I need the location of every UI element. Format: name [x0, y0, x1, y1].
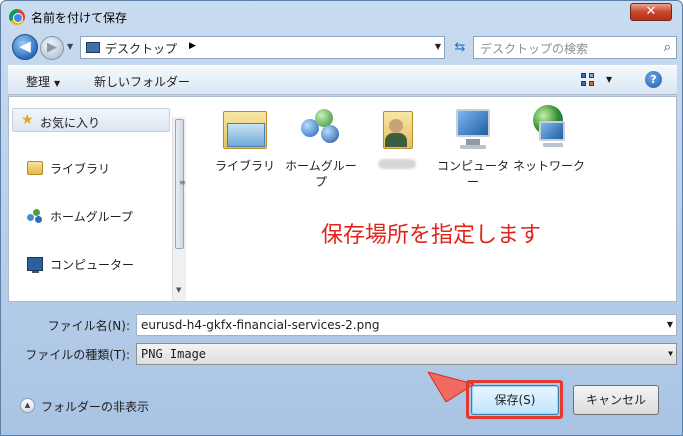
scroll-down-icon[interactable]: ▼ [176, 286, 181, 294]
content-area: ★ お気に入り ライブラリ ホームグループ コンピューター ≡ ▼ ライブラリ … [8, 96, 677, 302]
file-item-homegroup[interactable]: ホームグループ [284, 105, 358, 190]
file-item-label: ライブラリ [214, 159, 275, 173]
save-as-dialog: 名前を付けて保存 ✕ ◀ ▶ ▼ デスクトップ ▶ ▼ ⇆ デスクトップの検索 … [0, 0, 683, 436]
command-toolbar: 整理 ▼ 新しいフォルダー ▼ ? [8, 65, 677, 95]
computer-icon [27, 257, 43, 273]
window-title: 名前を付けて保存 [31, 11, 128, 25]
address-text: デスクトップ [105, 42, 178, 56]
file-list: ライブラリ ホームグループ コンピューター ネットワーク [199, 97, 677, 301]
filename-field[interactable]: eurusd-h4-gkfx-financial-services-2.png … [136, 314, 677, 336]
hide-folders-label: フォルダーの非表示 [41, 400, 150, 414]
filename-value: eurusd-h4-gkfx-financial-services-2.png [141, 318, 380, 332]
navigation-bar: ◀ ▶ ▼ デスクトップ ▶ ▼ ⇆ デスクトップの検索 ⌕ [8, 31, 677, 63]
filetype-label: ファイルの種類(T): [25, 348, 130, 362]
favorites-item[interactable]: ★ お気に入り [12, 108, 170, 132]
chevron-down-icon: ▼ [54, 79, 61, 88]
help-button[interactable]: ? [645, 71, 662, 88]
sidebar-item-label: コンピューター [50, 258, 135, 272]
file-item-label: コンピューター [436, 159, 509, 189]
save-form: ファイル名(N): eurusd-h4-gkfx-financial-servi… [8, 303, 677, 436]
library-icon [27, 161, 43, 175]
chevron-up-icon: ▲ [20, 398, 35, 413]
sidebar-item-label: ライブラリ [50, 162, 111, 176]
scrollbar-thumb[interactable]: ≡ [175, 119, 186, 249]
refresh-button[interactable]: ⇆ [448, 36, 472, 59]
nav-pane-scrollbar[interactable]: ≡ ▼ [172, 117, 186, 301]
organize-label: 整理 [26, 75, 51, 89]
annotation-text: 保存場所を指定します [321, 223, 542, 248]
search-icon: ⌕ [663, 40, 671, 55]
cancel-button[interactable]: キャンセル [573, 385, 659, 415]
user-folder-icon [373, 105, 421, 153]
search-input[interactable]: デスクトップの検索 ⌕ [473, 36, 677, 59]
filetype-value: PNG Image [141, 347, 207, 361]
save-button[interactable]: 保存(S) [471, 385, 559, 415]
history-dropdown-icon[interactable]: ▼ [67, 42, 73, 51]
back-button[interactable]: ◀ [12, 34, 38, 60]
address-bar[interactable]: デスクトップ ▶ ▼ [80, 36, 445, 59]
filetype-select[interactable]: PNG Image ▼ [136, 343, 677, 365]
file-item-label [378, 159, 416, 169]
star-icon: ★ [21, 112, 34, 128]
view-dropdown-icon[interactable]: ▼ [606, 75, 612, 84]
organize-button[interactable]: 整理 ▼ [26, 73, 60, 90]
chrome-icon [9, 9, 25, 25]
address-dropdown-icon[interactable]: ▼ [435, 42, 441, 51]
network-icon [525, 105, 573, 153]
new-folder-button[interactable]: 新しいフォルダー [94, 73, 190, 90]
forward-button[interactable]: ▶ [40, 36, 64, 60]
grip-icon: ≡ [179, 178, 186, 187]
file-item-label: ホームグループ [285, 159, 357, 189]
file-item-computer[interactable]: コンピューター [436, 105, 510, 190]
favorites-label: お気に入り [40, 116, 101, 130]
computer-icon [449, 105, 497, 153]
desktop-icon [86, 42, 100, 53]
view-options-icon[interactable] [581, 73, 595, 87]
chevron-down-icon[interactable]: ▼ [667, 320, 673, 329]
file-item-label: ネットワーク [512, 159, 585, 173]
filename-label: ファイル名(N): [47, 319, 130, 333]
chevron-down-icon: ▼ [668, 349, 673, 358]
file-item-network[interactable]: ネットワーク [512, 105, 586, 174]
breadcrumb-arrow-icon[interactable]: ▶ [189, 41, 196, 51]
title-bar: 名前を付けて保存 ✕ [1, 1, 682, 31]
homegroup-icon [27, 209, 43, 223]
sidebar-item-label: ホームグループ [50, 210, 133, 224]
navigation-pane: ★ お気に入り ライブラリ ホームグループ コンピューター ≡ ▼ [9, 97, 189, 301]
library-folder-icon [221, 105, 269, 153]
search-placeholder: デスクトップの検索 [480, 42, 589, 56]
homegroup-icon [297, 105, 345, 153]
file-item-library[interactable]: ライブラリ [208, 105, 282, 174]
file-item-user-folder[interactable] [360, 105, 434, 172]
close-button[interactable]: ✕ [630, 3, 672, 21]
